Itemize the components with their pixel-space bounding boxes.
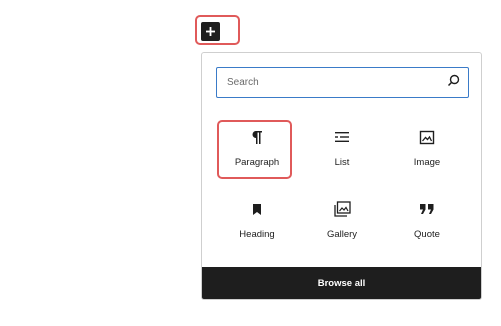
bookmark-icon: [252, 198, 262, 220]
block-gallery[interactable]: Gallery: [306, 190, 378, 250]
image-icon: [419, 126, 435, 148]
list-icon: [334, 126, 350, 148]
block-label: Heading: [239, 229, 275, 240]
add-block-button[interactable]: [201, 22, 220, 41]
block-list[interactable]: List: [306, 118, 378, 178]
block-label: Image: [413, 157, 441, 168]
search-icon[interactable]: [447, 74, 460, 92]
block-label: List: [334, 157, 350, 168]
block-label: Quote: [414, 229, 440, 240]
block-quote[interactable]: Quote: [391, 190, 463, 250]
search-box: [216, 67, 469, 98]
gallery-icon: [333, 198, 351, 220]
plus-icon: [206, 27, 215, 36]
quote-icon: [419, 198, 435, 220]
block-heading[interactable]: Heading: [221, 190, 293, 250]
browse-all-button[interactable]: Browse all: [202, 267, 481, 299]
search-input[interactable]: [225, 76, 447, 89]
block-label: Gallery: [326, 229, 358, 240]
paragraph-highlight: [217, 120, 292, 179]
block-image[interactable]: Image: [391, 118, 463, 178]
